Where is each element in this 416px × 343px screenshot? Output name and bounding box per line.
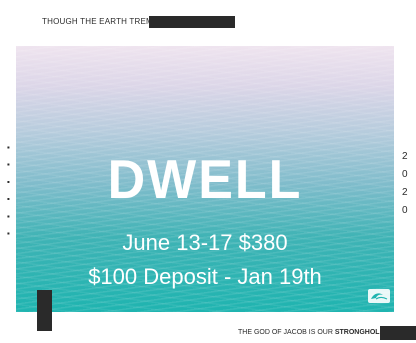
bottom-caption-emphasis: STRONGHOLD [334, 329, 385, 336]
year-digit: 2 [402, 187, 408, 198]
year-vertical: 2 0 2 0 [402, 148, 408, 220]
hero-title: DWELL [107, 149, 303, 211]
year-digit: 0 [402, 169, 408, 180]
deposit-deadline: $100 Deposit - Jan 19th [88, 264, 322, 289]
year-digit: 2 [402, 151, 408, 162]
hero-image: DWELL June 13-17 $380 $100 Deposit - Jan… [16, 46, 394, 312]
bottom-caption: THE GOD OF JACOB IS OUR STRONGHOLD [238, 329, 385, 336]
top-decorative-bar [149, 16, 235, 28]
left-decorative-bar [37, 290, 52, 331]
left-vertical-marks: ▪ ▪ ▪ ▪ ▪ ▪ [4, 140, 13, 239]
wave-logo-icon [368, 289, 390, 303]
year-digit: 0 [402, 205, 408, 216]
bottom-caption-prefix: THE GOD OF JACOB IS OUR [238, 329, 335, 336]
event-dates-price: June 13-17 $380 [122, 230, 288, 255]
bottom-decorative-bar [380, 326, 416, 340]
